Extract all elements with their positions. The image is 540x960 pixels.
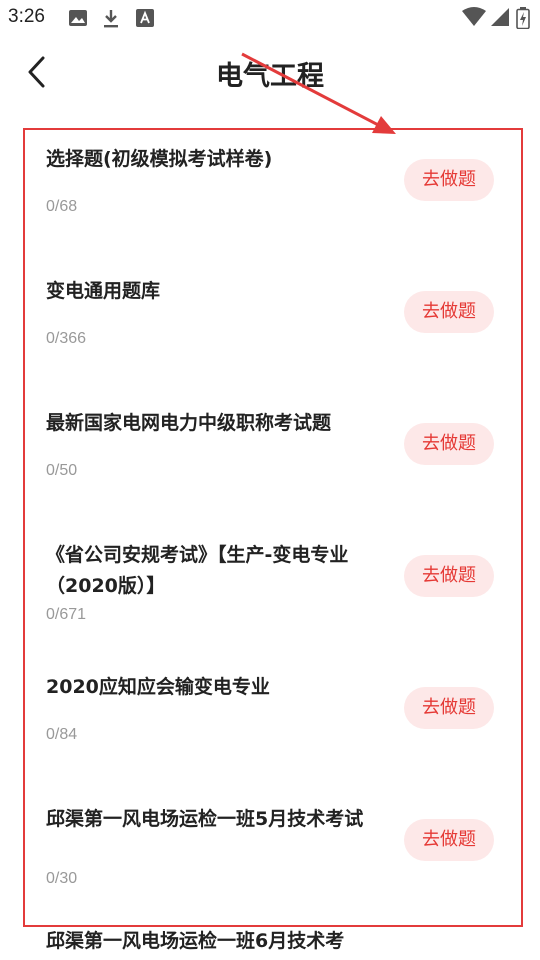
start-quiz-button[interactable]: 去做题: [404, 555, 494, 597]
battery-icon: [516, 7, 530, 33]
item-progress: 0/671: [46, 606, 87, 623]
start-quiz-button[interactable]: 去做题: [404, 291, 494, 333]
download-icon: [102, 9, 120, 33]
status-time: 3:26: [8, 6, 45, 27]
item-progress: 0/366: [46, 330, 87, 347]
item-title: 选择题(初级模拟考试样卷): [46, 148, 273, 170]
item-progress: 0/50: [46, 462, 78, 479]
item-title: 邱渠第一风电场运检一班6月技术考: [46, 930, 345, 952]
exam-list: 选择题(初级模拟考试样卷) 0/68 去做题 变电通用题库 0/366 去做题 …: [0, 126, 540, 918]
list-item: 2020应知应会输变电专业 0/84 去做题: [0, 654, 540, 786]
signal-icon: [490, 7, 510, 31]
list-item: 变电通用题库 0/366 去做题: [0, 258, 540, 390]
start-quiz-button[interactable]: 去做题: [404, 159, 494, 201]
start-quiz-button[interactable]: 去做题: [404, 687, 494, 729]
status-bar: 3:26: [0, 0, 540, 36]
wifi-icon: [462, 7, 486, 31]
list-item: 选择题(初级模拟考试样卷) 0/68 去做题: [0, 126, 540, 258]
start-quiz-button[interactable]: 去做题: [404, 819, 494, 861]
item-title: 邱渠第一风电场运检一班5月技术考试: [46, 808, 364, 830]
font-a-icon: [136, 9, 154, 31]
item-progress: 0/30: [46, 870, 78, 887]
screen: 3:26 电气工程 选择题(初级模拟考试样卷) 0/68 去做题 变电通用题库 …: [0, 0, 540, 960]
start-quiz-button[interactable]: 去做题: [404, 423, 494, 465]
item-progress: 0/68: [46, 198, 78, 215]
item-title: 变电通用题库: [46, 280, 161, 302]
list-item: 《省公司安规考试》【生产-变电专业（2020版）】 0/671 去做题: [0, 522, 540, 654]
item-title: 《省公司安规考试》【生产-变电专业（2020版）】: [46, 544, 349, 597]
list-item: 邱渠第一风电场运检一班5月技术考试 0/30 去做题: [0, 786, 540, 918]
app-header: 电气工程: [0, 36, 540, 108]
item-title: 2020应知应会输变电专业: [46, 676, 270, 698]
item-title: 最新国家电网电力中级职称考试题: [46, 412, 332, 434]
page-title: 电气工程: [216, 61, 324, 92]
image-icon: [68, 9, 88, 31]
item-progress: 0/84: [46, 726, 78, 743]
list-item: 最新国家电网电力中级职称考试题 0/50 去做题: [0, 390, 540, 522]
